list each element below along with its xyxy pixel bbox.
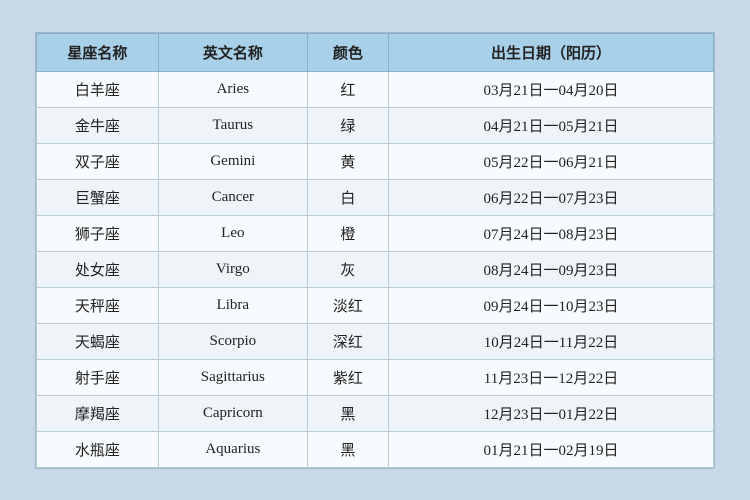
- cell-chinese: 水瓶座: [37, 431, 159, 467]
- cell-chinese: 摩羯座: [37, 395, 159, 431]
- table-row: 射手座Sagittarius紫红11月23日一12月22日: [37, 359, 714, 395]
- cell-english: Leo: [158, 215, 307, 251]
- table-row: 天秤座Libra淡红09月24日一10月23日: [37, 287, 714, 323]
- table-row: 水瓶座Aquarius黑01月21日一02月19日: [37, 431, 714, 467]
- cell-chinese: 射手座: [37, 359, 159, 395]
- cell-color: 红: [307, 71, 388, 107]
- cell-date: 05月22日一06月21日: [389, 143, 714, 179]
- cell-chinese: 狮子座: [37, 215, 159, 251]
- cell-color: 黑: [307, 431, 388, 467]
- header-english: 英文名称: [158, 33, 307, 71]
- cell-date: 12月23日一01月22日: [389, 395, 714, 431]
- table-row: 天蝎座Scorpio深红10月24日一11月22日: [37, 323, 714, 359]
- cell-date: 08月24日一09月23日: [389, 251, 714, 287]
- cell-english: Sagittarius: [158, 359, 307, 395]
- zodiac-table: 星座名称 英文名称 颜色 出生日期（阳历） 白羊座Aries红03月21日一04…: [36, 33, 714, 468]
- table-row: 双子座Gemini黄05月22日一06月21日: [37, 143, 714, 179]
- cell-english: Taurus: [158, 107, 307, 143]
- cell-english: Scorpio: [158, 323, 307, 359]
- cell-color: 橙: [307, 215, 388, 251]
- table-row: 金牛座Taurus绿04月21日一05月21日: [37, 107, 714, 143]
- table-row: 狮子座Leo橙07月24日一08月23日: [37, 215, 714, 251]
- cell-date: 03月21日一04月20日: [389, 71, 714, 107]
- cell-color: 黄: [307, 143, 388, 179]
- cell-color: 灰: [307, 251, 388, 287]
- table-body: 白羊座Aries红03月21日一04月20日金牛座Taurus绿04月21日一0…: [37, 71, 714, 467]
- cell-color: 黑: [307, 395, 388, 431]
- cell-chinese: 双子座: [37, 143, 159, 179]
- header-color: 颜色: [307, 33, 388, 71]
- cell-chinese: 天秤座: [37, 287, 159, 323]
- header-chinese: 星座名称: [37, 33, 159, 71]
- cell-date: 09月24日一10月23日: [389, 287, 714, 323]
- cell-color: 淡红: [307, 287, 388, 323]
- table-row: 巨蟹座Cancer白06月22日一07月23日: [37, 179, 714, 215]
- cell-color: 紫红: [307, 359, 388, 395]
- cell-color: 深红: [307, 323, 388, 359]
- zodiac-table-container: 星座名称 英文名称 颜色 出生日期（阳历） 白羊座Aries红03月21日一04…: [35, 32, 715, 469]
- cell-date: 07月24日一08月23日: [389, 215, 714, 251]
- cell-date: 11月23日一12月22日: [389, 359, 714, 395]
- cell-color: 白: [307, 179, 388, 215]
- table-header-row: 星座名称 英文名称 颜色 出生日期（阳历）: [37, 33, 714, 71]
- cell-chinese: 处女座: [37, 251, 159, 287]
- cell-english: Libra: [158, 287, 307, 323]
- cell-date: 01月21日一02月19日: [389, 431, 714, 467]
- cell-english: Capricorn: [158, 395, 307, 431]
- cell-english: Gemini: [158, 143, 307, 179]
- table-row: 白羊座Aries红03月21日一04月20日: [37, 71, 714, 107]
- header-date: 出生日期（阳历）: [389, 33, 714, 71]
- cell-color: 绿: [307, 107, 388, 143]
- cell-chinese: 白羊座: [37, 71, 159, 107]
- cell-date: 10月24日一11月22日: [389, 323, 714, 359]
- cell-date: 06月22日一07月23日: [389, 179, 714, 215]
- cell-english: Aquarius: [158, 431, 307, 467]
- table-row: 摩羯座Capricorn黑12月23日一01月22日: [37, 395, 714, 431]
- cell-english: Virgo: [158, 251, 307, 287]
- cell-chinese: 巨蟹座: [37, 179, 159, 215]
- cell-chinese: 金牛座: [37, 107, 159, 143]
- cell-chinese: 天蝎座: [37, 323, 159, 359]
- cell-english: Aries: [158, 71, 307, 107]
- table-row: 处女座Virgo灰08月24日一09月23日: [37, 251, 714, 287]
- cell-english: Cancer: [158, 179, 307, 215]
- cell-date: 04月21日一05月21日: [389, 107, 714, 143]
